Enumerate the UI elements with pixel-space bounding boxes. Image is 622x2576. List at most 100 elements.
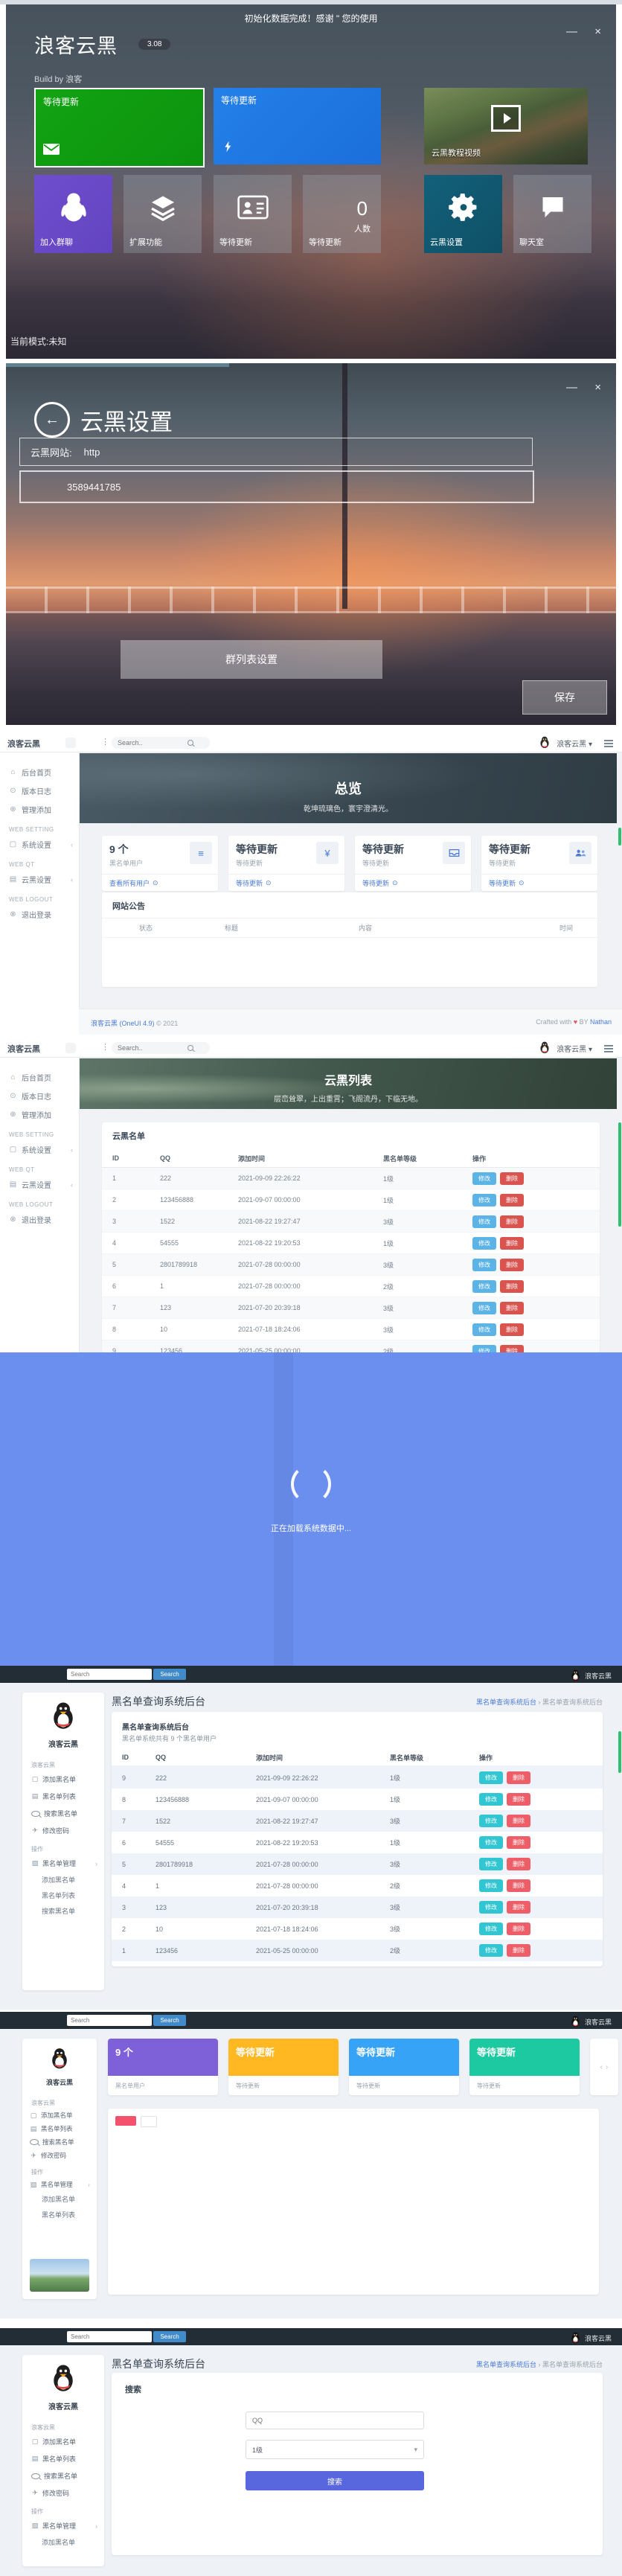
stat-link[interactable]: 等待更新⊙ bbox=[355, 874, 471, 891]
footer-author-link[interactable]: Nathan bbox=[590, 1018, 612, 1026]
breadcrumb-link[interactable]: 黑名单查询系统后台 bbox=[476, 1698, 536, 1706]
delete-button[interactable]: 删除 bbox=[507, 1858, 530, 1870]
edit-button[interactable]: 修改 bbox=[479, 1879, 503, 1892]
delete-button[interactable]: 删除 bbox=[500, 1323, 524, 1336]
scrollbar[interactable] bbox=[618, 1122, 621, 1227]
sidebar-toggle[interactable] bbox=[65, 738, 76, 748]
edit-button[interactable]: 修改 bbox=[472, 1323, 496, 1336]
edit-button[interactable]: 修改 bbox=[472, 1280, 496, 1293]
sidebar-subitem-add[interactable]: 添加黑名单 bbox=[22, 2534, 104, 2550]
delete-button[interactable]: 删除 bbox=[500, 1280, 524, 1293]
delete-button[interactable]: 删除 bbox=[507, 1836, 530, 1849]
stat-link[interactable]: 等待更新⊙ bbox=[481, 874, 597, 891]
back-button[interactable]: ← bbox=[34, 402, 70, 438]
menu-icon[interactable] bbox=[604, 740, 613, 741]
brand[interactable]: 浪客云黑 bbox=[7, 738, 40, 750]
user-menu[interactable]: 浪客云黑 bbox=[570, 2016, 612, 2027]
delete-button[interactable]: 删除 bbox=[500, 1194, 524, 1206]
tile-update-count[interactable]: 0 人数 等待更新 bbox=[303, 175, 381, 253]
save-button[interactable]: 保存 bbox=[522, 680, 607, 715]
sidebar-item-list[interactable]: ▤黑名单列表 bbox=[22, 2450, 104, 2467]
sidebar-subitem-add[interactable]: 添加黑名单 bbox=[22, 1872, 104, 1888]
delete-button[interactable]: 删除 bbox=[500, 1237, 524, 1250]
sidebar-item-manage[interactable]: ▧黑名单管理› bbox=[22, 1855, 104, 1872]
stat-link[interactable]: 等待更新⊙ bbox=[228, 874, 344, 891]
tile-extensions[interactable]: 扩展功能 bbox=[124, 175, 202, 253]
sidebar-item-add[interactable]: ▢添加黑名单 bbox=[22, 1771, 104, 1788]
sidebar-item-logout[interactable]: ⊗退出登录 bbox=[0, 1210, 79, 1229]
close-button[interactable]: × bbox=[594, 381, 601, 394]
search-input[interactable] bbox=[67, 2015, 152, 2026]
edit-button[interactable]: 修改 bbox=[472, 1215, 496, 1228]
chevron-right-icon[interactable]: › bbox=[606, 2063, 608, 2071]
menu-icon[interactable] bbox=[604, 1045, 613, 1046]
sidebar-item-list[interactable]: ▤黑名单列表 bbox=[22, 1788, 104, 1805]
search-button[interactable]: Search bbox=[153, 1669, 186, 1680]
scrollbar[interactable] bbox=[618, 1731, 621, 1773]
sidebar-item-list[interactable]: ▤黑名单列表 bbox=[22, 2122, 97, 2135]
close-button[interactable]: × bbox=[594, 25, 601, 38]
minimize-button[interactable]: — bbox=[566, 381, 577, 394]
sidebar-item-changelog[interactable]: ⊙版本日志 bbox=[0, 782, 79, 800]
edit-button[interactable]: 修改 bbox=[479, 1858, 503, 1870]
search-input[interactable] bbox=[112, 737, 210, 749]
sidebar-subitem-list[interactable]: 黑名单列表 bbox=[22, 2207, 97, 2222]
delete-button[interactable]: 删除 bbox=[500, 1345, 524, 1353]
edit-button[interactable]: 修改 bbox=[472, 1237, 496, 1250]
user-menu[interactable]: 浪客云黑 bbox=[570, 1669, 612, 1681]
breadcrumb-link[interactable]: 黑名单查询系统后台 bbox=[476, 2361, 536, 2368]
delete-button[interactable]: 删除 bbox=[500, 1215, 524, 1228]
search-input[interactable] bbox=[67, 1669, 152, 1680]
qq-field[interactable]: 3589441785 bbox=[19, 470, 534, 503]
edit-button[interactable]: 修改 bbox=[479, 1944, 503, 1957]
sidebar-item-changelog[interactable]: ⊙版本日志 bbox=[0, 1087, 79, 1105]
delete-button[interactable]: 删除 bbox=[507, 1815, 530, 1827]
sidebar-item-password[interactable]: ✈修改密码 bbox=[22, 1822, 104, 1839]
edit-button[interactable]: 修改 bbox=[479, 1923, 503, 1935]
search-input[interactable] bbox=[67, 2331, 152, 2342]
level-select[interactable]: 1级▾ bbox=[246, 2440, 424, 2459]
edit-button[interactable]: 修改 bbox=[479, 1771, 503, 1784]
edit-button[interactable]: 修改 bbox=[479, 1815, 503, 1827]
sidebar-toggle[interactable] bbox=[65, 1043, 76, 1053]
sidebar-item-admin-add[interactable]: ⊕管理添加 bbox=[0, 800, 79, 819]
tile-update-card[interactable]: 等待更新 bbox=[214, 175, 292, 253]
user-menu[interactable]: 浪客云黑 ▾ bbox=[557, 1043, 592, 1054]
sidebar-item-manage[interactable]: ▧黑名单管理› bbox=[22, 2517, 104, 2534]
sidebar-item-search[interactable]: 搜索黑名单 bbox=[22, 2135, 97, 2149]
tile-update-blue[interactable]: 等待更新 bbox=[214, 88, 381, 164]
sidebar-item-search[interactable]: 搜索黑名单 bbox=[22, 2467, 104, 2484]
tile-tutorial-video[interactable]: 云黑教程视频 bbox=[424, 88, 588, 164]
minimize-button[interactable]: — bbox=[566, 25, 577, 38]
tile-cloud-settings[interactable]: 云黑设置 bbox=[424, 175, 502, 253]
edit-button[interactable]: 修改 bbox=[472, 1259, 496, 1271]
user-avatar[interactable] bbox=[539, 736, 551, 752]
sidebar-item-password[interactable]: ✈修改密码 bbox=[22, 2484, 104, 2502]
user-menu[interactable]: 浪客云黑 bbox=[570, 2332, 612, 2344]
qq-input[interactable] bbox=[246, 2412, 424, 2429]
edit-button[interactable]: 修改 bbox=[472, 1345, 496, 1353]
tile-chat-room[interactable]: 聊天室 bbox=[513, 175, 591, 253]
tile-update-green[interactable]: 等待更新 bbox=[34, 88, 205, 167]
user-menu[interactable]: 浪客云黑 ▾ bbox=[557, 738, 592, 749]
sidebar-item-search[interactable]: 搜索黑名单 bbox=[22, 1805, 104, 1822]
edit-button[interactable]: 修改 bbox=[472, 1194, 496, 1206]
sidebar-subitem-search[interactable]: 搜索黑名单 bbox=[22, 1903, 104, 1919]
edit-button[interactable]: 修改 bbox=[472, 1302, 496, 1314]
edit-button[interactable]: 修改 bbox=[479, 1793, 503, 1806]
delete-button[interactable]: 删除 bbox=[507, 1879, 530, 1892]
sidebar-subitem-list[interactable]: 黑名单列表 bbox=[22, 1888, 104, 1903]
sidebar-item-cloud-settings[interactable]: ▤云黑设置‹ bbox=[0, 1175, 79, 1194]
delete-button[interactable]: 删除 bbox=[507, 1793, 530, 1806]
search-button[interactable]: Search bbox=[153, 2015, 186, 2026]
sidebar-item-manage[interactable]: ▧黑名单管理› bbox=[22, 2178, 97, 2191]
delete-button[interactable]: 删除 bbox=[507, 1944, 530, 1957]
sidebar-subitem-add[interactable]: 添加黑名单 bbox=[22, 2191, 97, 2207]
edit-button[interactable]: 修改 bbox=[479, 1836, 503, 1849]
sidebar-item-admin-add[interactable]: ⊕管理添加 bbox=[0, 1105, 79, 1124]
sidebar-item-home[interactable]: ⌂后台首页 bbox=[0, 1068, 79, 1087]
delete-button[interactable]: 删除 bbox=[507, 1771, 530, 1784]
sidebar-item-add[interactable]: ▢添加黑名单 bbox=[22, 2433, 104, 2450]
kebab-menu-icon[interactable]: ⋮ bbox=[101, 1042, 109, 1052]
delete-button[interactable]: 删除 bbox=[507, 1923, 530, 1935]
